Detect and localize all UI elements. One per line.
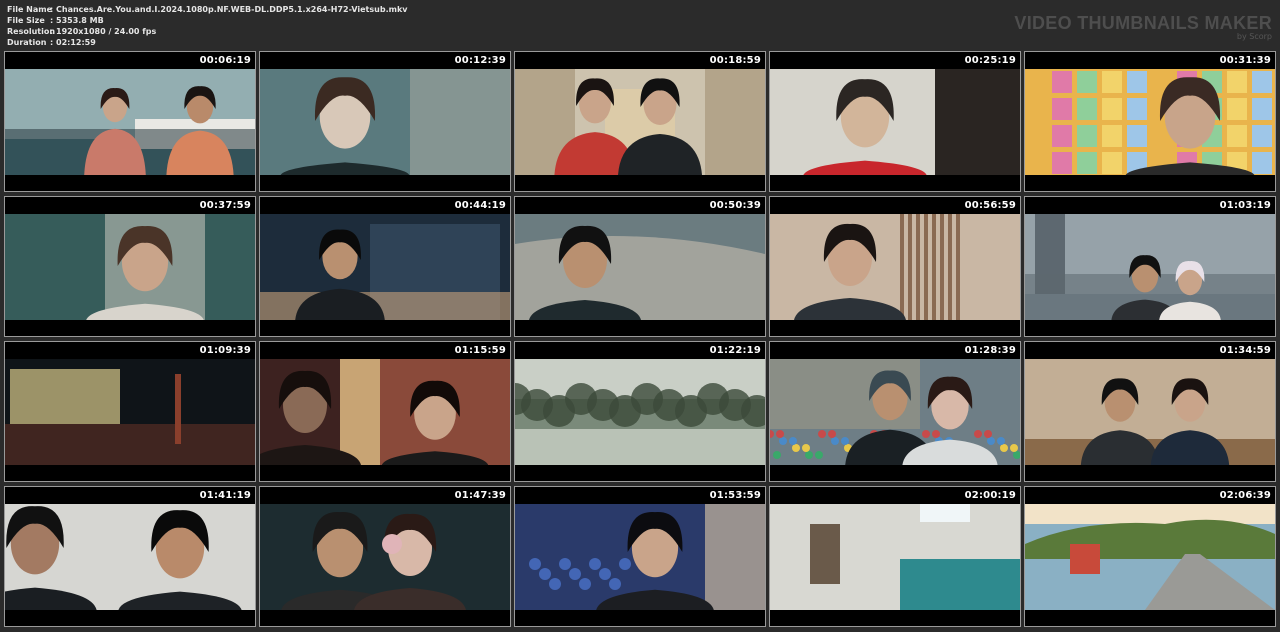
video-frame [5,504,255,610]
frame-image [515,359,765,465]
file-info: File Name: Chances.Are.You.and.I.2024.108… [7,4,407,48]
brand-subtitle: by Scorp [1236,32,1272,41]
info-value: 5353.8 MB [56,16,104,25]
video-frame [260,359,510,465]
video-frame [515,504,765,610]
frame-image [515,214,765,320]
video-frame [260,214,510,320]
frame-image [770,214,1020,320]
frame-image [5,69,255,175]
frame-image [1025,359,1275,465]
timestamp-label: 01:34:59 [1219,345,1271,356]
thumbnail-seaside-rock[interactable]: 00:50:39 [514,196,766,337]
video-frame [515,359,765,465]
frame-image [260,214,510,320]
video-frame [5,69,255,175]
thumbnail-boy-red-jacket[interactable]: 00:25:19 [769,51,1021,192]
info-label: File Size [7,16,45,25]
thumbnail-love-locks[interactable]: 01:28:39 [769,341,1021,482]
brand-watermark: VIDEO THUMBNAILS MAKER by Scorp [1014,14,1272,41]
frame-image [1025,214,1275,320]
timestamp-label: 00:56:59 [964,200,1016,211]
frame-image [5,359,255,465]
frame-image [260,69,510,175]
thumbnail-restaurant-table[interactable]: 01:34:59 [1024,341,1276,482]
timestamp-label: 01:09:39 [199,345,251,356]
video-frame [1025,214,1275,320]
timestamp-label: 01:15:59 [454,345,506,356]
info-row: Duration:02:12:59 [7,37,407,48]
info-row: Resolution:1920x1080 / 24.00 fps [7,26,407,37]
thumbnail-grid: 00:06:19 00:12:39 00:18:59 00:25:19 00:31:39… [4,51,1276,627]
video-frame [515,214,765,320]
timestamp-label: 01:53:59 [709,490,761,501]
video-frame [1025,504,1275,610]
thumbnail-night-kitchen[interactable]: 00:44:19 [259,196,511,337]
brand-title: VIDEO THUMBNAILS MAKER [1014,13,1272,33]
timestamp-label: 01:28:39 [964,345,1016,356]
frame-image [770,69,1020,175]
video-frame [1025,359,1275,465]
info-label: Resolution [7,27,56,36]
frame-image [770,359,1020,465]
video-frame [770,214,1020,320]
timestamp-label: 00:18:59 [709,55,761,66]
thumbnail-city-plaza[interactable]: 01:03:19 [1024,196,1276,337]
info-value: 02:12:59 [56,38,96,47]
thumbnail-girl-closeup[interactable]: 00:12:39 [259,51,511,192]
video-frame [770,504,1020,610]
timestamp-label: 00:12:39 [454,55,506,66]
frame-image [260,504,510,610]
thumbnail-boy-lying-head[interactable]: 01:15:59 [259,341,511,482]
video-frame [770,69,1020,175]
timestamp-label: 00:06:19 [199,55,251,66]
info-row: File Size:5353.8 MB [7,15,407,26]
thumbnail-two-boys-closeup[interactable]: 01:41:19 [4,486,256,627]
frame-image [515,504,765,610]
timestamp-label: 00:25:19 [964,55,1016,66]
info-value: Chances.Are.You.and.I.2024.1080p.NF.WEB-… [56,5,408,14]
video-frame [5,359,255,465]
thumbnail-hallway-two-boys[interactable]: 00:18:59 [514,51,766,192]
timestamp-label: 01:22:19 [709,345,761,356]
thumbnail-sticky-note-wall[interactable]: 00:31:39 [1024,51,1276,192]
timestamp-label: 01:47:39 [454,490,506,501]
info-label: Duration [7,38,47,47]
timestamp-label: 00:50:39 [709,200,761,211]
thumbnail-boy-blue-lights[interactable]: 01:53:59 [514,486,766,627]
frame-image [1025,504,1275,610]
thumbnail-pier-sunset[interactable]: 02:06:39 [1024,486,1276,627]
thumbnail-clinic-lobby[interactable]: 02:00:19 [769,486,1021,627]
thumbnail-couple-earmuffs[interactable]: 01:47:39 [259,486,511,627]
thumbnail-park-trees[interactable]: 01:22:19 [514,341,766,482]
video-frame [5,214,255,320]
video-frame [260,504,510,610]
thumbnail-night-street-store[interactable]: 01:09:39 [4,341,256,482]
timestamp-label: 00:37:59 [199,200,251,211]
video-frame [515,69,765,175]
scene-background [770,214,1020,320]
frame-image [770,504,1020,610]
thumbnail-hospital-lobby[interactable]: 00:06:19 [4,51,256,192]
info-value: 1920x1080 / 24.00 fps [56,27,157,36]
timestamp-label: 00:31:39 [1219,55,1271,66]
video-frame [770,359,1020,465]
video-frame [1025,69,1275,175]
frame-image [5,214,255,320]
timestamp-label: 01:03:19 [1219,200,1271,211]
timestamp-label: 02:06:39 [1219,490,1271,501]
frame-image [260,359,510,465]
thumbnail-boy-porch[interactable]: 00:56:59 [769,196,1021,337]
frame-image [5,504,255,610]
timestamp-label: 01:41:19 [199,490,251,501]
timestamp-label: 02:00:19 [964,490,1016,501]
info-row: File Name: Chances.Are.You.and.I.2024.108… [7,4,407,15]
thumbnail-girl-hospital[interactable]: 00:37:59 [4,196,256,337]
info-label: File Name [7,5,53,14]
timestamp-label: 00:44:19 [454,200,506,211]
frame-image [515,69,765,175]
frame-image [1025,69,1275,175]
video-frame [260,69,510,175]
